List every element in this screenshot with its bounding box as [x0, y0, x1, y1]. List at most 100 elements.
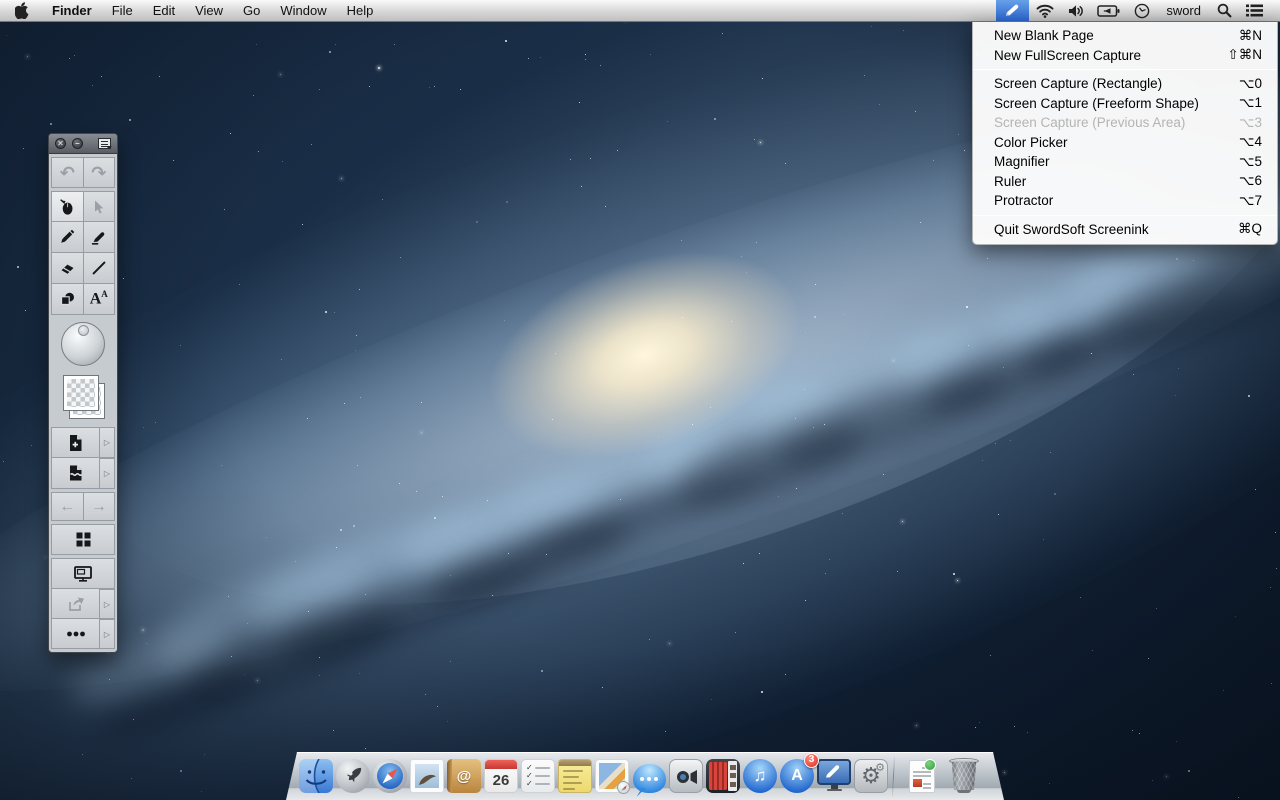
tool-more[interactable] [51, 618, 100, 649]
menubar-item-file[interactable]: File [102, 0, 143, 21]
battery-menu[interactable] [1090, 0, 1127, 21]
menu-item-label: Screen Capture (Freeform Shape) [994, 96, 1239, 111]
palette-minimize-button[interactable]: – [72, 138, 83, 149]
menu-item-label: Screen Capture (Previous Area) [994, 115, 1239, 130]
dock-icon-messages[interactable] [632, 757, 666, 793]
menu-item-shortcut: ⌥3 [1239, 115, 1262, 131]
tool-marker[interactable] [83, 221, 116, 253]
dock-icon-mail[interactable] [410, 757, 444, 793]
menubar-item-view[interactable]: View [185, 0, 233, 21]
menu-item-label: New Blank Page [994, 28, 1239, 43]
menubar-item-label: View [195, 3, 223, 18]
menubar-item-go[interactable]: Go [233, 0, 270, 21]
palette-menu-button[interactable] [98, 138, 111, 149]
palette-row: AA [51, 284, 115, 315]
palette-row: ▷ [51, 589, 115, 619]
tool-mouse-active[interactable] [51, 191, 84, 222]
menu-item-shortcut: ⌘N [1239, 28, 1262, 44]
menu-item-protractor[interactable]: Protractor⌥7 [973, 191, 1277, 211]
menubar-item-edit[interactable]: Edit [143, 0, 185, 21]
menu-item-new-fullscreen-capture[interactable]: New FullScreen Capture⇧⌘N [973, 46, 1277, 66]
palette-row: ▷ [51, 458, 115, 489]
menubar-item-label: Go [243, 3, 260, 18]
app-store-badge: 3 [804, 753, 819, 768]
tool-submenu-arrow[interactable]: ▷ [99, 619, 115, 649]
palette-row [51, 524, 115, 555]
dock-icon-screenink[interactable] [817, 757, 851, 793]
volume-icon [1068, 4, 1083, 18]
menu-item-new-blank-page[interactable]: New Blank Page⌘N [973, 26, 1277, 46]
desktop: FinderFileEdit View Go Window Help [0, 0, 1280, 800]
palette-row [51, 191, 115, 222]
dock-icon-itunes[interactable]: ♫ [743, 757, 777, 793]
tool-transparency[interactable] [51, 369, 115, 424]
dock-icon-safari[interactable] [373, 757, 407, 793]
tool-share-disabled [51, 588, 100, 619]
tool-capture[interactable] [51, 457, 100, 489]
dock-icon-reminders[interactable]: ✓✓✓ [521, 757, 555, 793]
tool-new-page[interactable] [51, 427, 100, 458]
menubar-item-help[interactable]: Help [337, 0, 384, 21]
dock-icon-facetime[interactable] [669, 757, 703, 793]
menu-item-magnifier[interactable]: Magnifier⌥5 [973, 152, 1277, 172]
apple-menu[interactable] [0, 0, 42, 21]
dock-icon-launchpad[interactable] [336, 757, 370, 793]
tool-color-ball[interactable] [51, 318, 115, 370]
menu-item-label: Magnifier [994, 154, 1239, 169]
screenink-menu-extra[interactable] [996, 0, 1029, 21]
tool-palette: ✕ – ↶↷AA▷▷←→▷▷ [48, 133, 118, 653]
palette-section: AA [51, 191, 115, 315]
tool-monitor[interactable] [51, 558, 115, 589]
tool-line[interactable] [83, 252, 116, 284]
tool-submenu-arrow[interactable]: ▷ [99, 589, 115, 619]
clock-menu[interactable] [1127, 0, 1157, 21]
menu-item-label: Ruler [994, 174, 1239, 189]
dock-icon-notes[interactable] [558, 757, 592, 793]
dock-icon-document[interactable] [905, 757, 939, 793]
wifi-menu[interactable] [1029, 0, 1061, 21]
tool-submenu-arrow[interactable]: ▷ [99, 427, 115, 458]
menu-item-quit-swordsoft-screenink[interactable]: Quit SwordSoft Screenink⌘Q [973, 220, 1277, 240]
palette-row [51, 222, 115, 253]
palette-row: ▷ [51, 619, 115, 649]
dock-icon-photo-booth[interactable] [706, 757, 740, 793]
dock-icon-contacts[interactable]: @ [447, 757, 481, 793]
dock-icon-app-store[interactable]: A3 [780, 757, 814, 793]
palette-titlebar[interactable]: ✕ – [49, 134, 117, 154]
menubar-item-window[interactable]: Window [270, 0, 336, 21]
palette-section: ←→ [51, 492, 115, 521]
menubar-item-label: Window [280, 3, 326, 18]
palette-row [51, 558, 115, 589]
tool-submenu-arrow[interactable]: ▷ [99, 458, 115, 489]
menu-item-shortcut: ⌥0 [1239, 76, 1262, 92]
tool-eraser[interactable] [51, 252, 84, 284]
tool-pencil[interactable] [51, 221, 84, 253]
volume-menu[interactable] [1061, 0, 1090, 21]
fast-user-switching-menu[interactable]: sword [1157, 0, 1210, 21]
dock-icon-system-preferences[interactable]: ⚙⚙ [854, 757, 888, 793]
tool-cursor-disabled [83, 191, 116, 222]
menu-item-color-picker[interactable]: Color Picker⌥4 [973, 133, 1277, 153]
username-label: sword [1166, 3, 1201, 18]
clock-icon [1134, 3, 1150, 19]
battery-icon [1097, 5, 1120, 17]
dock-icon-finder[interactable] [299, 757, 333, 793]
tool-redo-disabled: ↷ [83, 157, 116, 188]
menu-item-ruler[interactable]: Ruler⌥6 [973, 172, 1277, 192]
tool-pages-grid[interactable] [51, 524, 115, 555]
apple-logo-icon [15, 2, 29, 19]
dock-icon-maps[interactable] [595, 757, 629, 793]
palette-section [51, 524, 115, 555]
notification-center-menu[interactable] [1239, 0, 1270, 21]
tool-text[interactable]: AA [83, 283, 116, 315]
menu-item-screen-capture-rectangle[interactable]: Screen Capture (Rectangle)⌥0 [973, 74, 1277, 94]
palette-row [51, 370, 115, 424]
palette-section: ↶↷ [51, 157, 115, 188]
tool-shapes[interactable] [51, 283, 84, 315]
menubar-item-finder[interactable]: Finder [42, 0, 102, 21]
dock-icon-calendar[interactable]: 26 [484, 757, 518, 793]
spotlight-menu[interactable] [1210, 0, 1239, 21]
palette-close-button[interactable]: ✕ [55, 138, 66, 149]
dock-icon-trash[interactable] [947, 757, 981, 793]
menu-item-screen-capture-freeform-shape[interactable]: Screen Capture (Freeform Shape)⌥1 [973, 94, 1277, 114]
